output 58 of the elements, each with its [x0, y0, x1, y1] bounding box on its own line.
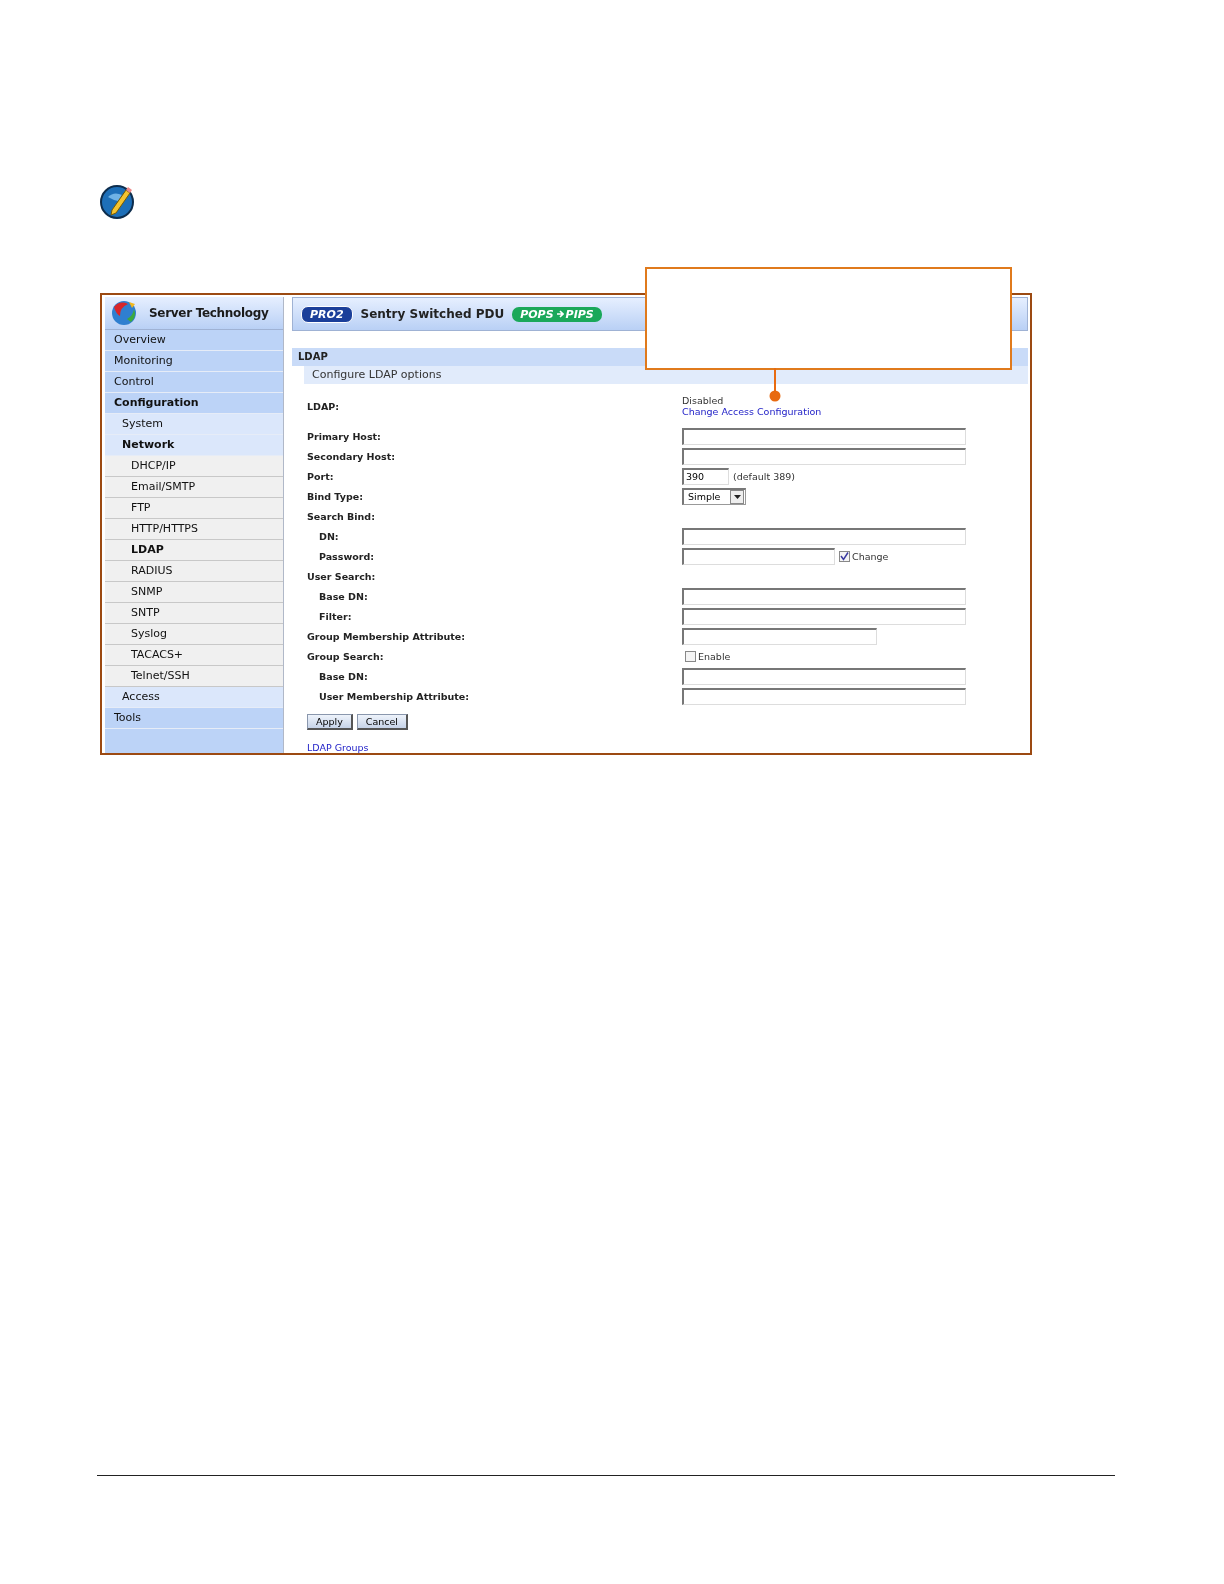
checkbox-label: Change [852, 550, 889, 562]
sidebar-item[interactable]: Syslog [105, 624, 283, 645]
cancel-button[interactable]: Cancel [356, 714, 408, 730]
leader-line [769, 368, 781, 402]
field-label: Secondary Host: [307, 450, 397, 462]
pencil-icon [100, 183, 136, 219]
sidebar-item[interactable]: RADIUS [105, 561, 283, 582]
access-link[interactable]: Change Access Configuration [682, 406, 822, 417]
field-label: Search Bind: [307, 510, 376, 522]
field-label: Filter: [318, 610, 353, 622]
sidebar-item[interactable]: FTP [105, 498, 283, 519]
status-text: Disabled [682, 395, 725, 406]
input-field[interactable] [682, 427, 966, 445]
feature-badge: POPS PIPS [512, 306, 602, 322]
version-badge: PRO2 [301, 305, 353, 323]
field-label: Group Membership Attribute: [307, 630, 467, 642]
field-label: Port: [307, 470, 335, 482]
sidebar-item[interactable]: DHCP/IP [105, 456, 283, 477]
sidebar-item[interactable]: Email/SMTP [105, 477, 283, 498]
sidebar-item[interactable]: Network [105, 435, 283, 456]
sidebar-item[interactable]: HTTP/HTTPS [105, 519, 283, 540]
apply-button[interactable]: Apply [307, 714, 353, 730]
input-field[interactable] [682, 447, 966, 465]
input-field[interactable] [682, 547, 835, 565]
product-title: Sentry Switched PDU [360, 307, 505, 321]
input-field[interactable] [682, 527, 966, 545]
default-note: (default 389) [733, 470, 795, 482]
sidebar-item[interactable]: SNTP [105, 603, 283, 624]
bind-type-dropdown[interactable]: Simple [682, 487, 747, 505]
field-label: Group Search: [307, 650, 385, 662]
field-label: LDAP: [307, 400, 341, 412]
field-label: Password: [318, 550, 375, 562]
input-field[interactable] [682, 607, 966, 625]
brand-name: Server Technology [149, 306, 269, 320]
sidebar-item[interactable]: System [105, 414, 283, 435]
input-field[interactable] [682, 667, 966, 685]
checkbox[interactable] [839, 550, 850, 562]
field-label: User Search: [307, 570, 377, 582]
field-label: DN: [318, 530, 340, 542]
input-field[interactable] [682, 587, 966, 605]
field-label: Base DN: [318, 590, 369, 602]
field-label: User Membership Attribute: [318, 690, 471, 702]
input-field[interactable]: 390 [682, 467, 729, 485]
field-label: Bind Type: [307, 490, 364, 502]
ldap-groups-link[interactable]: LDAP Groups [307, 742, 369, 753]
sidebar-item[interactable]: Telnet/SSH [105, 666, 283, 687]
field-label: Base DN: [318, 670, 369, 682]
field-label: Primary Host: [307, 430, 382, 442]
checkbox-label: Enable [698, 650, 731, 662]
input-field[interactable] [682, 687, 966, 705]
caret-icon [733, 494, 741, 499]
sidebar-item[interactable]: TACACS+ [105, 645, 283, 666]
sidebar-item[interactable]: LDAP [105, 540, 283, 561]
input-field[interactable] [682, 627, 877, 645]
checkbox[interactable] [685, 650, 696, 662]
sidebar-item[interactable]: Access [105, 687, 283, 708]
globe-logo-icon [109, 299, 139, 327]
sidebar-item[interactable]: SNMP [105, 582, 283, 603]
